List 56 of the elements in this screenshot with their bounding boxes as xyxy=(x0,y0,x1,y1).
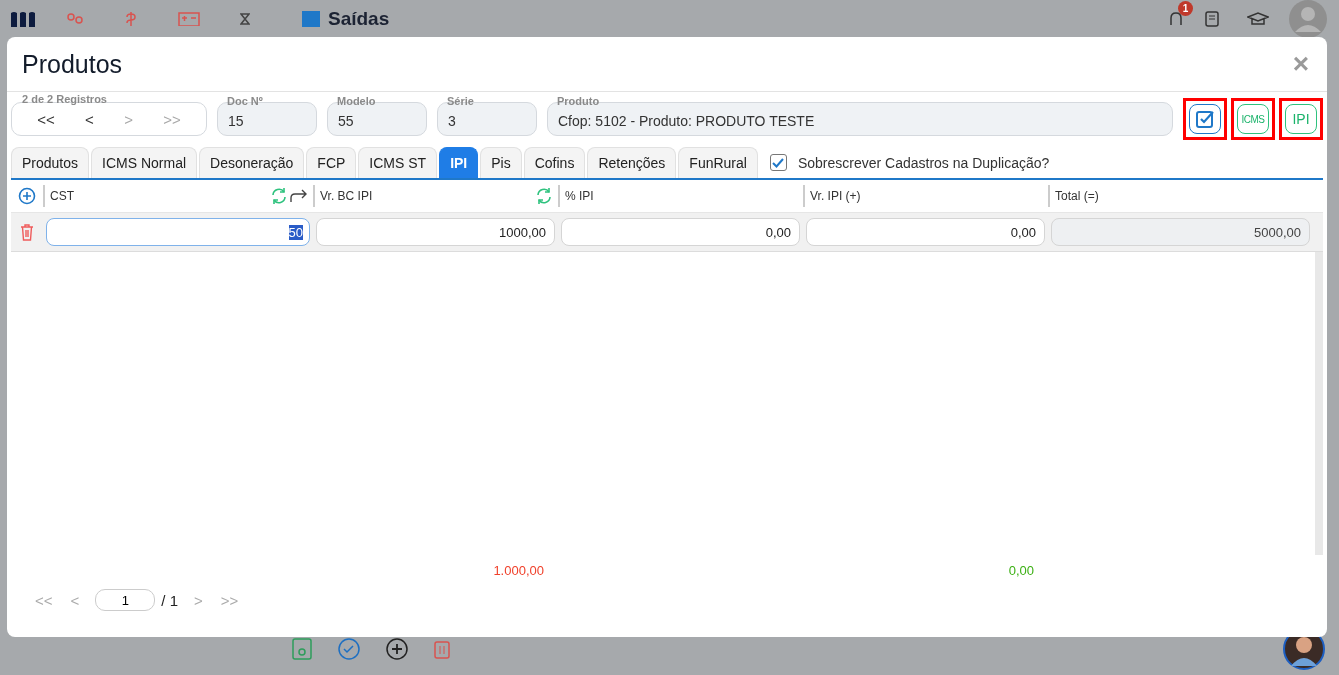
column-header: Vr. IPI (+) xyxy=(810,189,861,203)
tab[interactable]: ICMS Normal xyxy=(91,147,198,178)
bell-icon[interactable] xyxy=(1169,10,1183,27)
currency-icon[interactable] xyxy=(124,11,138,26)
module-icon xyxy=(302,10,320,27)
dialog-title: Produtos xyxy=(22,49,124,79)
navigator-legend: 2 de 2 Registros xyxy=(21,93,108,105)
input-field[interactable]: 50 xyxy=(46,218,310,246)
tab[interactable]: IPI xyxy=(439,147,479,178)
trash-icon[interactable] xyxy=(434,639,450,659)
column-header: Total (=) xyxy=(1055,189,1099,203)
trash-icon[interactable] xyxy=(20,223,34,241)
document-icon[interactable] xyxy=(1205,10,1219,27)
tab[interactable]: ICMS ST xyxy=(358,147,438,178)
checkbox-icon xyxy=(1195,109,1215,129)
field-label: Produto xyxy=(556,95,601,108)
navigation-button[interactable]: << xyxy=(31,110,61,128)
checkbox-label: Sobrescrever Cadastros na Duplicação? xyxy=(797,155,1050,171)
field-label: Modelo xyxy=(336,95,377,108)
tab[interactable]: Desoneração xyxy=(199,147,305,178)
column-header: CST xyxy=(50,189,74,203)
redo-arrow-icon[interactable] xyxy=(290,189,308,203)
column-total: 0,00 xyxy=(1008,562,1034,578)
tab[interactable]: Cofins xyxy=(523,147,586,178)
confirm-button[interactable] xyxy=(1189,104,1221,134)
field-label: Doc Nº xyxy=(226,95,264,108)
people-icon[interactable] xyxy=(66,11,84,26)
input-field[interactable]: 1000,00 xyxy=(316,218,555,246)
tab[interactable]: Retenções xyxy=(587,147,677,178)
tab[interactable]: FunRural xyxy=(678,147,758,178)
add-row-icon[interactable] xyxy=(18,187,36,205)
graduation-cap-icon[interactable] xyxy=(1247,11,1269,26)
navigation-button[interactable]: < xyxy=(79,110,100,128)
calculator-icon[interactable] xyxy=(178,11,200,26)
hourglass-icon[interactable] xyxy=(240,12,250,25)
column-total: 1.000,00 xyxy=(493,562,544,578)
user-avatar-icon[interactable] xyxy=(1289,0,1327,38)
tab[interactable]: Produtos xyxy=(11,147,90,178)
column-header: Vr. BC IPI xyxy=(320,189,373,203)
add-circle-icon[interactable] xyxy=(386,638,408,660)
checkbox[interactable] xyxy=(769,154,787,171)
scrollbar[interactable] xyxy=(1315,252,1323,555)
tab[interactable]: FCP xyxy=(306,147,357,178)
column-header: % IPI xyxy=(565,189,594,203)
refresh-icon[interactable] xyxy=(535,187,553,205)
app-title: Saídas xyxy=(328,7,390,30)
page-count: / 1 xyxy=(161,591,178,609)
input-field[interactable]: 5000,00 xyxy=(1051,218,1310,246)
logo-icon xyxy=(10,10,36,27)
check-circle-icon[interactable] xyxy=(338,638,360,660)
input-field[interactable]: 0,00 xyxy=(561,218,800,246)
notification-badge: 1 xyxy=(1178,0,1193,16)
tab[interactable]: Pis xyxy=(480,147,522,178)
field-label: Série xyxy=(446,95,475,108)
page-input[interactable]: 1 xyxy=(95,589,156,611)
input-field[interactable]: 0,00 xyxy=(806,218,1045,246)
